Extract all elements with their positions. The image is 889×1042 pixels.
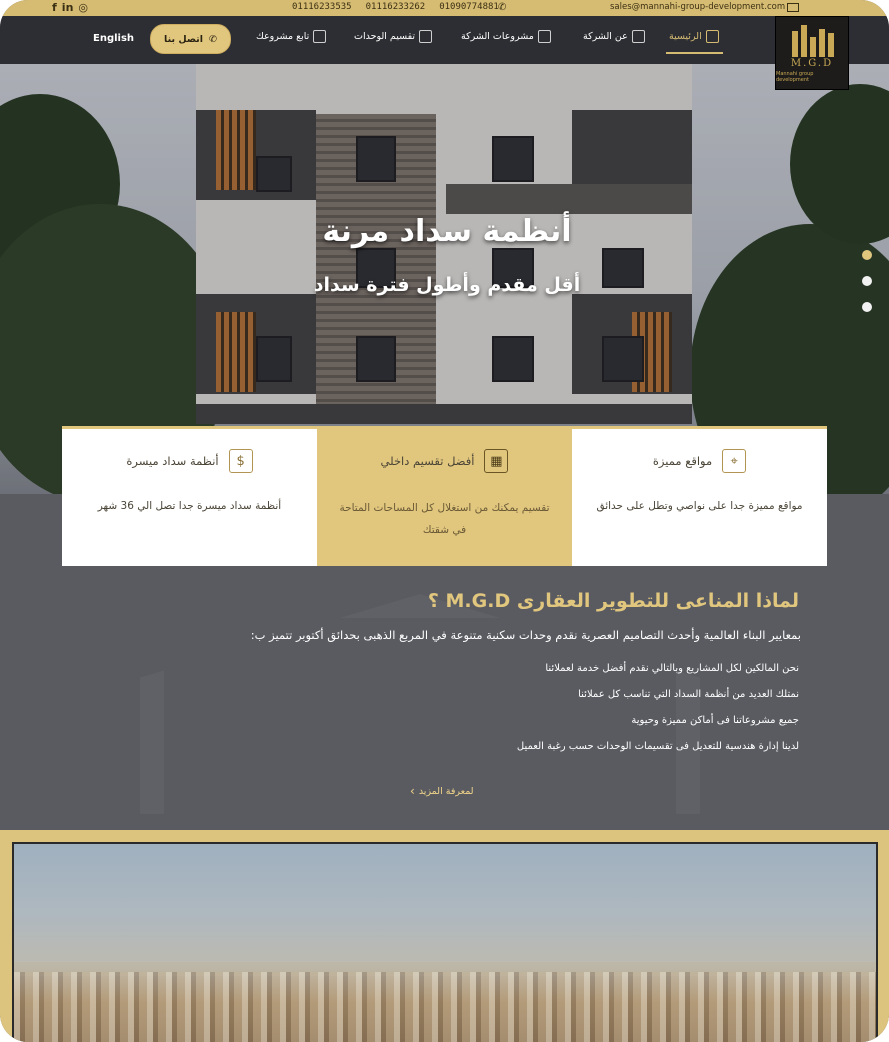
card-text: أنظمة سداد ميسرة جدا تصل الي 36 شهر xyxy=(97,500,282,512)
handshake-icon xyxy=(631,30,645,43)
hero-title: أنظمة سداد مرنة xyxy=(322,214,572,249)
phone-numbers: 01116233535 01116233262 01090774881 xyxy=(292,2,499,12)
nav-item-label: الرئيسية xyxy=(669,31,702,42)
slider-dot[interactable] xyxy=(862,302,872,312)
card-header: أنظمة سداد ميسرة $ xyxy=(62,449,317,473)
nav-item-follow-project[interactable]: تابع مشروعك xyxy=(256,30,327,43)
card-title: أنظمة سداد ميسرة xyxy=(126,454,219,468)
slider-dot[interactable] xyxy=(862,250,872,260)
calendar-icon xyxy=(313,30,327,43)
company-logo[interactable]: M.G.D Mannahi group development xyxy=(775,16,849,90)
card-text: تقسيم يمكنك من استغلال كل المساحات المتا… xyxy=(339,502,550,536)
card-header: أفضل تقسيم داخلي ▦ xyxy=(317,449,572,473)
feature-card-division: أفضل تقسيم داخلي ▦ تقسيم يمكنك من استغلا… xyxy=(317,426,572,566)
city-buildings xyxy=(14,972,876,1042)
aerial-city-image xyxy=(12,842,878,1042)
feature-cards: أنظمة سداد ميسرة $ أنظمة سداد ميسرة جدا … xyxy=(62,426,827,566)
slider-dot[interactable] xyxy=(862,276,872,286)
building-search-icon: ▦ xyxy=(484,449,509,473)
nav-item-unit-division[interactable]: تقسيم الوحدات xyxy=(354,30,433,43)
logo-subtitle: Mannahi group development xyxy=(776,71,814,83)
contact-us-button[interactable]: اتصل بنا ✆ xyxy=(150,24,231,54)
nav-item-about[interactable]: عن الشركة xyxy=(583,30,645,43)
nav-item-company-projects[interactable]: مشروعات الشركة xyxy=(461,30,551,43)
slider-dots xyxy=(862,250,872,312)
hero-subtitle: أقل مقدم وأطول فترة سداد xyxy=(313,274,581,296)
list-item: نحن المالكين لكل المشاريع وبالتالي نقدم … xyxy=(545,663,799,674)
learn-more-label: لمعرفة المزيد xyxy=(418,785,474,797)
card-header: مواقع مميزة ⌖ xyxy=(572,449,827,473)
contact-topbar: f in ◎ 01116233535 01116233262 010907748… xyxy=(0,0,889,16)
home-icon xyxy=(705,30,719,43)
logo-mark xyxy=(792,25,834,57)
language-switch[interactable]: English xyxy=(93,33,134,44)
learn-more-link[interactable]: ‹ لمعرفة المزيد xyxy=(410,784,474,798)
location-pins-icon: ⌖ xyxy=(722,449,747,473)
phone-number[interactable]: 01116233262 xyxy=(366,2,426,12)
social-links: f in ◎ xyxy=(52,1,88,14)
why-us-intro: بمعايير البناء العالمية وأحدث التصاميم ا… xyxy=(250,628,801,642)
feature-card-payment: أنظمة سداد ميسرة $ أنظمة سداد ميسرة جدا … xyxy=(62,426,317,566)
list-item: لدينا إدارة هندسية للتعديل فى تقسيمات ال… xyxy=(516,741,799,752)
card-text: مواقع مميزة جدا على نواصي وتطل على حدائق xyxy=(596,500,803,512)
nav-item-label: مشروعات الشركة xyxy=(461,31,534,42)
logo-letters: M.G.D xyxy=(790,58,834,69)
contact-us-label: اتصل بنا xyxy=(164,33,203,45)
main-nav: English اتصل بنا ✆ تابع مشروعك تقسيم الو… xyxy=(0,16,889,64)
list-item: نمتلك العديد من أنظمة السداد التي تناسب … xyxy=(578,689,799,700)
active-nav-underline xyxy=(666,52,723,54)
feature-card-locations: مواقع مميزة ⌖ مواقع مميزة جدا على نواصي … xyxy=(572,426,827,566)
instagram-icon[interactable]: ◎ xyxy=(78,1,88,14)
projects-icon xyxy=(537,30,551,43)
linkedin-icon[interactable]: in xyxy=(62,1,74,14)
phone-icon: ✆ xyxy=(498,2,507,13)
email-link[interactable]: sales@mannahi-group-development.com xyxy=(610,2,785,12)
nav-item-home[interactable]: الرئيسية xyxy=(669,30,719,43)
list-item: جميع مشروعاتنا فى أماكن مميزة وحيوية xyxy=(631,715,799,726)
card-title: أفضل تقسيم داخلي xyxy=(380,454,475,468)
card-title: مواقع مميزة xyxy=(652,454,713,468)
nav-item-label: تابع مشروعك xyxy=(256,31,310,42)
chevron-left-icon: ‹ xyxy=(410,784,415,798)
nav-item-label: عن الشركة xyxy=(583,31,628,42)
nav-item-label: تقسيم الوحدات xyxy=(354,31,416,42)
why-us-title: لماذا المناعى للتطوير العقارى M.G.D ؟ xyxy=(427,590,799,612)
phone-number[interactable]: 01116233535 xyxy=(292,2,352,12)
phone-icon: ✆ xyxy=(209,33,217,45)
money-hand-icon: $ xyxy=(228,449,253,473)
page-frame: f in ◎ 01116233535 01116233262 010907748… xyxy=(0,0,889,1042)
why-us-list: نحن المالكين لكل المشاريع وبالتالي نقدم … xyxy=(517,656,799,760)
phone-number[interactable]: 01090774881 xyxy=(439,2,499,12)
facebook-icon[interactable]: f xyxy=(52,1,57,14)
grid-icon xyxy=(419,30,433,43)
mail-icon xyxy=(787,3,799,12)
